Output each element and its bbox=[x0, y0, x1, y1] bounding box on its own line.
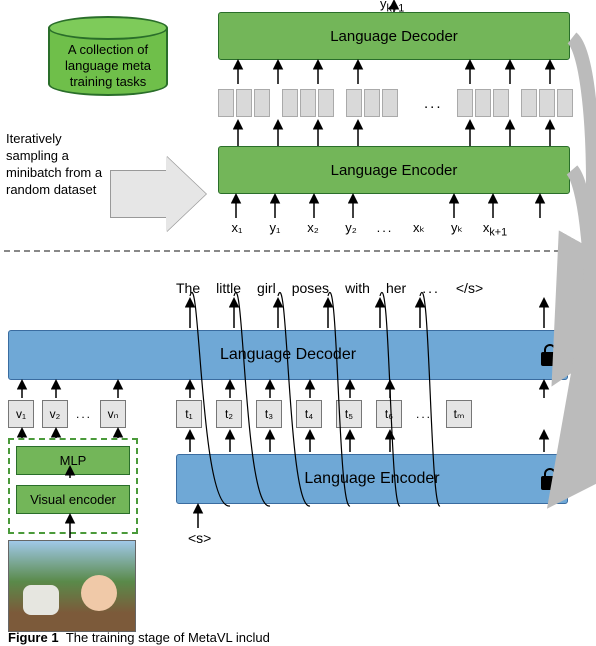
mlp-block: MLP bbox=[16, 446, 130, 475]
xy-token: y₂ bbox=[332, 220, 370, 235]
xy-token-last: xk+1 bbox=[476, 220, 514, 239]
cylinder-top bbox=[48, 16, 168, 40]
caption-rest: The training stage of MetaVL includ bbox=[66, 630, 270, 645]
xy-dots: ... bbox=[370, 220, 400, 235]
t-box: t₃ bbox=[256, 400, 282, 428]
dots: ... bbox=[424, 95, 443, 112]
seq-square bbox=[382, 89, 398, 117]
word-dots: ... bbox=[422, 280, 440, 296]
seq-square bbox=[282, 89, 298, 117]
seq-square bbox=[218, 89, 234, 117]
sequence-row: ... bbox=[218, 86, 570, 120]
visual-encoder-block: Visual encoder bbox=[16, 485, 130, 514]
t-box: t₄ bbox=[296, 400, 322, 428]
bottom-language-encoder: Language Encoder bbox=[176, 454, 568, 504]
word: her bbox=[386, 280, 406, 296]
xy-token: y₁ bbox=[256, 220, 294, 235]
word: girl bbox=[257, 280, 276, 296]
dots: ... bbox=[416, 407, 432, 421]
t-box: t₂ bbox=[216, 400, 242, 428]
top-language-decoder: Language Decoder bbox=[218, 12, 570, 60]
seq-square bbox=[236, 89, 252, 117]
lock-icon bbox=[541, 468, 559, 490]
v-box: v₁ bbox=[8, 400, 34, 428]
xy-token: x₁ bbox=[218, 220, 256, 235]
seq-square bbox=[364, 89, 380, 117]
cylinder-label: A collection of language meta training t… bbox=[48, 42, 168, 90]
seq-group bbox=[457, 89, 509, 117]
xy-token: xₖ bbox=[400, 220, 438, 236]
seq-square bbox=[539, 89, 555, 117]
big-arrow bbox=[110, 156, 210, 216]
architecture-diagram: { "cylinder_label": "A collection of lan… bbox=[0, 0, 596, 646]
seq-square bbox=[521, 89, 537, 117]
word: The bbox=[176, 280, 200, 296]
t-box: t₁ bbox=[176, 400, 202, 428]
top-encoder-label: Language Encoder bbox=[331, 162, 458, 179]
y-output-label: yk+1 bbox=[380, 0, 404, 15]
seq-square bbox=[557, 89, 573, 117]
input-image bbox=[8, 540, 136, 632]
top-decoder-label: Language Decoder bbox=[330, 28, 458, 45]
seq-group bbox=[346, 89, 398, 117]
seq-group bbox=[521, 89, 573, 117]
mlp-visual-group: MLP Visual encoder bbox=[8, 438, 138, 534]
big-arrow-head bbox=[166, 156, 206, 232]
sampling-text: Iteratively sampling a minibatch from a … bbox=[6, 130, 106, 198]
bottom-language-decoder: Language Decoder bbox=[8, 330, 568, 380]
top-language-encoder: Language Encoder bbox=[218, 146, 570, 194]
seq-square bbox=[254, 89, 270, 117]
bot-encoder-label: Language Encoder bbox=[304, 470, 439, 488]
seq-square bbox=[346, 89, 362, 117]
image-face-shape bbox=[81, 575, 117, 611]
xy-input-row: x₁ y₁ x₂ y₂ ... xₖ yₖ xk+1 bbox=[218, 220, 570, 242]
word-eos: </s> bbox=[456, 280, 483, 296]
v-box-row: v₁ v₂ ... vₙ bbox=[8, 400, 126, 428]
word: poses bbox=[292, 280, 329, 296]
figure-caption: Figure 1 The training stage of MetaVL in… bbox=[8, 630, 270, 645]
big-arrow-body bbox=[110, 170, 168, 218]
seq-group bbox=[282, 89, 334, 117]
v-box: vₙ bbox=[100, 400, 126, 428]
image-dog-shape bbox=[23, 585, 59, 615]
v-box: v₂ bbox=[42, 400, 68, 428]
xy-token: yₖ bbox=[438, 220, 476, 236]
database-cylinder: A collection of language meta training t… bbox=[48, 16, 168, 108]
seq-square bbox=[457, 89, 473, 117]
seq-square bbox=[475, 89, 491, 117]
dashed-divider bbox=[4, 250, 590, 252]
word: with bbox=[345, 280, 370, 296]
word: little bbox=[216, 280, 241, 296]
seq-square bbox=[318, 89, 334, 117]
bot-decoder-label: Language Decoder bbox=[220, 346, 356, 364]
t-box-row: t₁ t₂ t₃ t₄ t₅ t₆ ... tₘ bbox=[176, 400, 472, 428]
seq-square bbox=[300, 89, 316, 117]
word-row: The little girl poses with her ... </s> bbox=[176, 280, 576, 296]
seq-square bbox=[493, 89, 509, 117]
seq-group bbox=[218, 89, 270, 117]
lock-icon bbox=[541, 344, 559, 366]
dots: ... bbox=[76, 407, 92, 421]
t-box: t₆ bbox=[376, 400, 402, 428]
t-box: t₅ bbox=[336, 400, 362, 428]
xy-token: x₂ bbox=[294, 220, 332, 235]
t-box: tₘ bbox=[446, 400, 472, 428]
start-token: <s> bbox=[188, 530, 211, 546]
